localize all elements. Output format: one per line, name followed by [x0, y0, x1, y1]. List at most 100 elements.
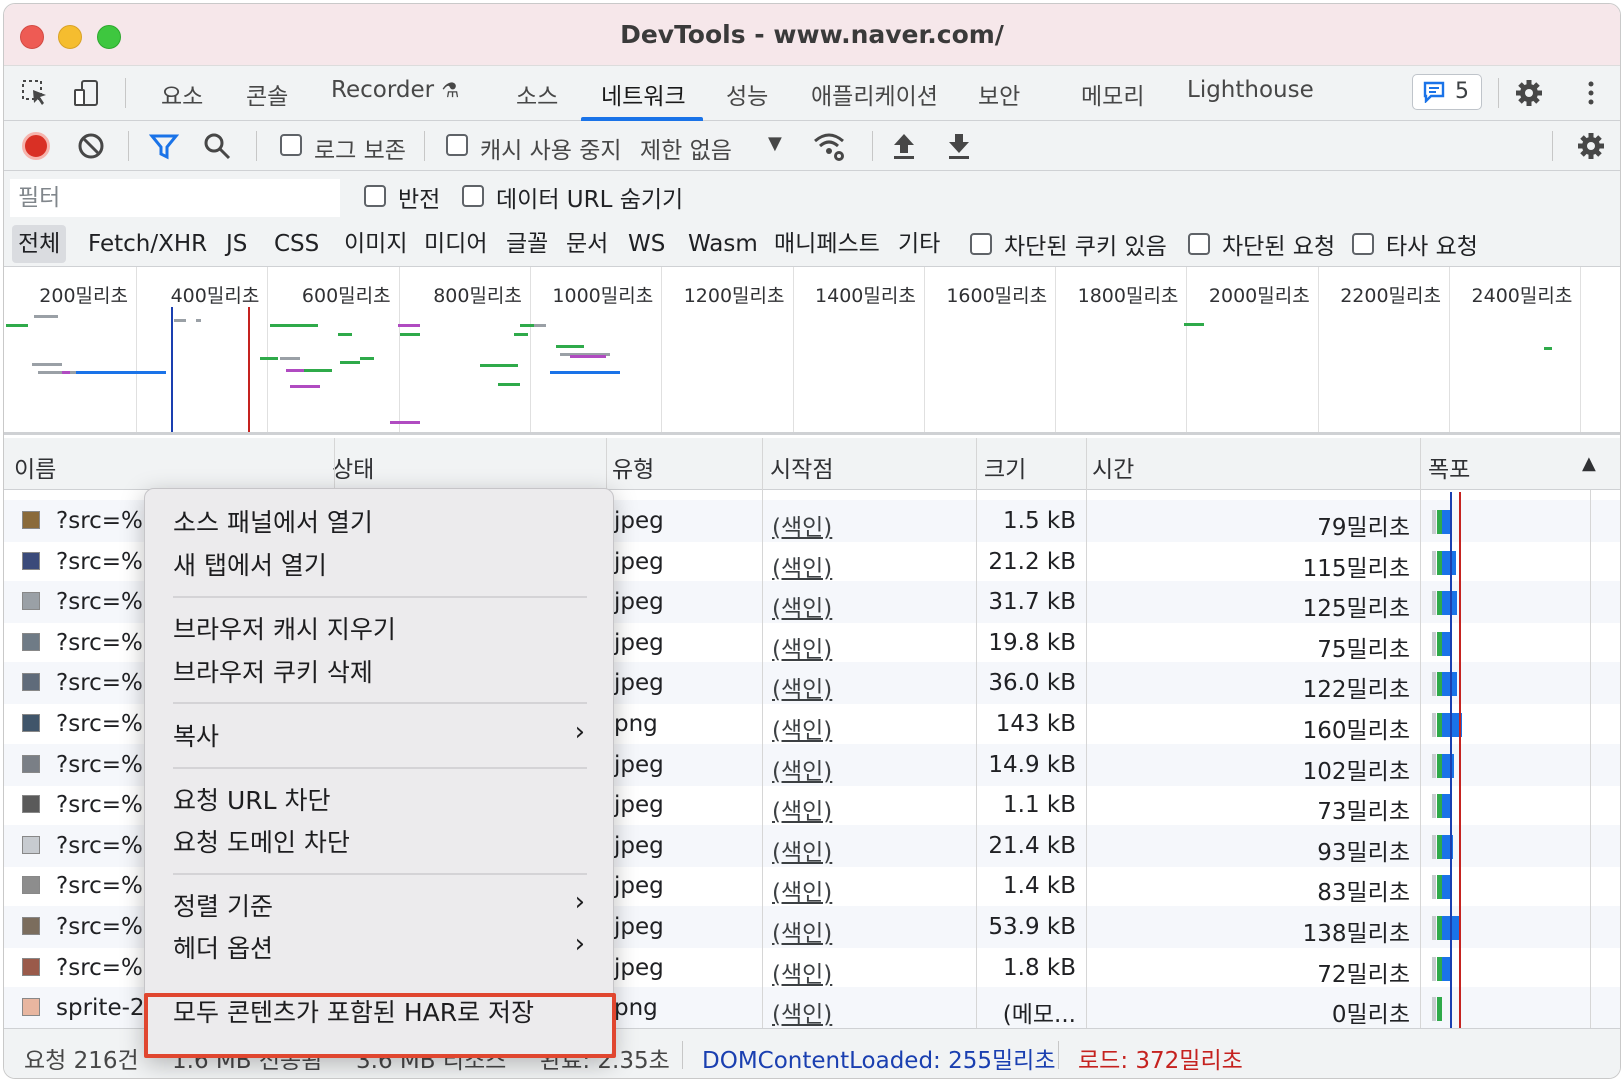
- tab-recorder-label: Recorder: [331, 77, 435, 103]
- overview-activity-bar: [270, 324, 318, 327]
- import-har-icon[interactable]: [889, 131, 919, 161]
- cell-initiator[interactable]: (색인): [772, 670, 832, 704]
- col-header-name[interactable]: 이름: [14, 450, 56, 484]
- blocked-requests-checkbox[interactable]: [1188, 233, 1210, 255]
- cell-type: jpeg: [614, 832, 664, 859]
- type-filter-css[interactable]: CSS: [274, 225, 319, 263]
- invert-checkbox[interactable]: [364, 185, 386, 207]
- cell-initiator[interactable]: (색인): [772, 873, 832, 907]
- cell-time: 138밀리초: [1302, 921, 1410, 947]
- search-icon[interactable]: [202, 131, 232, 161]
- col-header-size[interactable]: 크기: [984, 450, 1026, 484]
- menu-item-clear-browser-cookies[interactable]: 브라우저 쿠키 삭제: [173, 653, 373, 689]
- overview-dcl-marker: [171, 307, 173, 432]
- tab-memory[interactable]: 메모리: [1081, 77, 1144, 111]
- tab-performance[interactable]: 성능: [726, 77, 768, 111]
- column-divider[interactable]: [1420, 438, 1421, 1028]
- type-filter-wasm[interactable]: Wasm: [688, 225, 758, 263]
- cell-name: ?src=%: [56, 792, 143, 819]
- type-filter-font[interactable]: 글꼴: [506, 225, 548, 263]
- type-filter-all[interactable]: 전체: [12, 225, 67, 263]
- throttling-select[interactable]: 제한 없음: [640, 131, 732, 165]
- cell-initiator[interactable]: (색인): [772, 589, 832, 623]
- col-header-initiator[interactable]: 시작점: [770, 450, 833, 484]
- issues-counter-button[interactable]: 5: [1412, 74, 1482, 110]
- column-divider[interactable]: [1086, 438, 1087, 1028]
- cell-type: jpeg: [614, 670, 664, 697]
- clear-icon[interactable]: [76, 131, 106, 161]
- network-overview-timeline[interactable]: 200밀리초 400밀리초 600밀리초 800밀리초 1000밀리초 1200밀리초 14…: [4, 267, 1620, 435]
- settings-gear-icon[interactable]: [1514, 78, 1544, 108]
- filter-icon[interactable]: [148, 131, 180, 161]
- tab-application[interactable]: 애플리케이션: [811, 77, 938, 111]
- overview-activity-bar: [398, 324, 420, 327]
- cell-initiator[interactable]: (색인): [772, 508, 832, 542]
- cell-initiator[interactable]: (색인): [772, 955, 832, 989]
- type-filter-fetch-xhr[interactable]: Fetch/XHR: [88, 225, 207, 263]
- type-filter-media[interactable]: 미디어: [424, 225, 487, 263]
- cell-initiator[interactable]: (색인): [772, 914, 832, 948]
- type-filter-img[interactable]: 이미지: [344, 225, 407, 263]
- network-settings-gear-icon[interactable]: [1576, 131, 1606, 161]
- type-filter-manifest[interactable]: 매니페스트: [774, 225, 880, 263]
- menu-item-block-request-domain[interactable]: 요청 도메인 차단: [173, 823, 350, 859]
- cell-size: (메모...: [1002, 1002, 1076, 1029]
- network-conditions-icon[interactable]: [812, 129, 844, 161]
- inspect-element-icon[interactable]: [20, 78, 50, 108]
- col-header-status[interactable]: 상태: [332, 450, 374, 484]
- device-toolbar-icon[interactable]: [72, 78, 102, 108]
- col-header-time[interactable]: 시간: [1092, 450, 1134, 484]
- title-bar: DevTools - www.naver.com/: [4, 4, 1620, 66]
- cell-name: ?src=%: [56, 711, 143, 737]
- type-filter-ws[interactable]: WS: [628, 225, 665, 263]
- menu-item-header-options[interactable]: 헤더 옵션: [173, 929, 273, 965]
- menu-item-open-in-new-tab[interactable]: 새 탭에서 열기: [173, 546, 327, 582]
- hide-data-urls-checkbox[interactable]: [462, 185, 484, 207]
- cell-initiator[interactable]: (색인): [772, 630, 832, 664]
- type-filter-js[interactable]: JS: [226, 225, 247, 263]
- menu-item-block-request-url[interactable]: 요청 URL 차단: [173, 781, 331, 817]
- chevron-down-icon[interactable]: ▼: [768, 133, 782, 154]
- blocked-cookies-checkbox[interactable]: [970, 233, 992, 255]
- menu-item-open-in-sources[interactable]: 소스 패널에서 열기: [173, 503, 373, 539]
- type-filter-other[interactable]: 기타: [898, 225, 940, 263]
- disable-cache-checkbox[interactable]: [446, 134, 468, 156]
- menu-item-clear-browser-cache[interactable]: 브라우저 캐시 지우기: [173, 610, 396, 646]
- col-header-type[interactable]: 유형: [612, 450, 654, 484]
- cell-time: 125밀리초: [1302, 596, 1410, 623]
- col-header-waterfall[interactable]: 폭포: [1428, 450, 1470, 484]
- type-filter-doc[interactable]: 문서: [566, 225, 608, 263]
- cell-initiator[interactable]: (색인): [772, 549, 832, 583]
- overview-gridline: [661, 267, 663, 432]
- cell-time: 83밀리초: [1317, 880, 1410, 907]
- cell-size: 21.2 kB: [988, 548, 1076, 575]
- third-party-checkbox[interactable]: [1352, 233, 1374, 255]
- highlight-annotation-box: [144, 993, 616, 1058]
- cell-initiator[interactable]: (색인): [772, 752, 832, 786]
- filter-input[interactable]: 필터: [10, 179, 340, 217]
- cell-initiator[interactable]: (색인): [772, 995, 832, 1029]
- tab-elements[interactable]: 요소: [161, 77, 203, 111]
- waterfall-queue-segment: [1432, 834, 1436, 859]
- sort-ascending-icon[interactable]: ▲: [1582, 453, 1596, 474]
- column-divider[interactable]: [976, 438, 977, 1028]
- menu-item-copy[interactable]: 복사: [173, 717, 219, 753]
- overview-activity-bar: [260, 357, 278, 360]
- tab-sources[interactable]: 소스: [516, 77, 558, 111]
- record-button[interactable]: [22, 132, 50, 160]
- menu-item-sort-by[interactable]: 정렬 기준: [173, 887, 273, 923]
- export-har-icon[interactable]: [944, 131, 974, 161]
- cell-initiator[interactable]: (색인): [772, 833, 832, 867]
- column-divider[interactable]: [762, 438, 763, 1028]
- tab-security[interactable]: 보안: [978, 77, 1020, 111]
- tab-network[interactable]: 네트워크: [601, 77, 686, 111]
- tab-console[interactable]: 콘솔: [246, 77, 288, 111]
- preserve-log-checkbox[interactable]: [280, 134, 302, 156]
- cell-type: jpeg: [614, 914, 664, 940]
- overview-tick-label: 1600밀리초: [946, 285, 1048, 307]
- cell-initiator[interactable]: (색인): [772, 711, 832, 745]
- more-options-icon[interactable]: [1576, 78, 1606, 108]
- tab-lighthouse[interactable]: Lighthouse: [1187, 77, 1314, 103]
- tab-recorder[interactable]: Recorder ⚗: [331, 77, 459, 103]
- cell-initiator[interactable]: (색인): [772, 792, 832, 826]
